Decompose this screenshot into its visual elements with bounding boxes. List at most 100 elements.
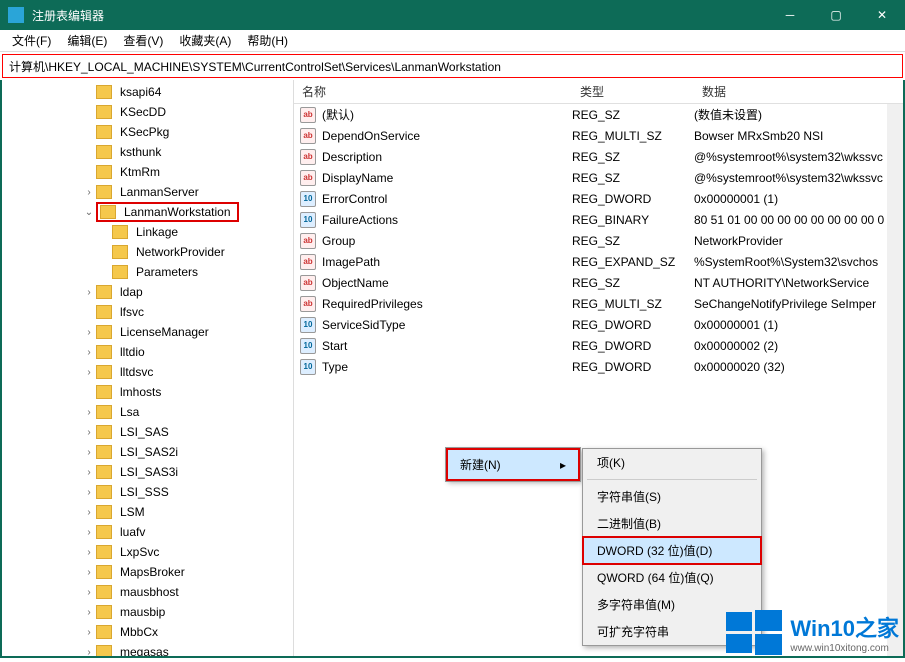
tree-node[interactable]: ksapi64 [2,82,293,102]
tree-node[interactable]: mausbip [2,602,293,622]
tree-caret-icon[interactable] [82,347,96,358]
tree-caret-icon[interactable] [82,327,96,338]
tree-caret-icon[interactable] [82,487,96,498]
tree-node[interactable]: KSecDD [2,102,293,122]
value-type: REG_SZ [572,171,694,185]
menu-item-multi[interactable]: 多字符串值(M) [583,591,761,618]
list-scrollbar[interactable] [887,104,903,656]
registry-value-row[interactable]: 10StartREG_DWORD0x00000002 (2) [294,335,903,356]
registry-value-row[interactable]: 10FailureActionsREG_BINARY80 51 01 00 00… [294,209,903,230]
tree-caret-icon[interactable] [82,287,96,298]
menu-favorites[interactable]: 收藏夹(A) [171,30,239,51]
menu-view[interactable]: 查看(V) [115,30,171,51]
tree-node[interactable]: mausbhost [2,582,293,602]
tree-node[interactable]: lfsvc [2,302,293,322]
menu-item-dword[interactable]: DWORD (32 位)值(D) [583,537,761,564]
tree-label: lltdio [116,344,149,360]
tree-node[interactable]: ldap [2,282,293,302]
registry-value-row[interactable]: abImagePathREG_EXPAND_SZ%SystemRoot%\Sys… [294,251,903,272]
column-type[interactable]: 类型 [572,80,694,104]
tree-node[interactable]: KtmRm [2,162,293,182]
menu-file[interactable]: 文件(F) [4,30,59,51]
menu-item-new[interactable]: 新建(N) ▸ [448,450,578,479]
app-icon [8,7,24,23]
menu-help[interactable]: 帮助(H) [239,30,296,51]
registry-value-row[interactable]: ab(默认)REG_SZ(数值未设置) [294,104,903,125]
registry-value-row[interactable]: abRequiredPrivilegesREG_MULTI_SZSeChange… [294,293,903,314]
tree-node[interactable]: Lsa [2,402,293,422]
tree-node[interactable]: LSI_SAS3i [2,462,293,482]
tree-caret-icon[interactable] [82,587,96,598]
registry-value-row[interactable]: 10ServiceSidTypeREG_DWORD0x00000001 (1) [294,314,903,335]
tree-caret-icon[interactable] [82,607,96,618]
tree-node[interactable]: LSI_SAS2i [2,442,293,462]
column-data[interactable]: 数据 [694,80,903,104]
menu-item-binary[interactable]: 二进制值(B) [583,510,761,537]
tree-node[interactable]: KSecPkg [2,122,293,142]
tree-node[interactable]: lltdio [2,342,293,362]
registry-value-row[interactable]: abGroupREG_SZNetworkProvider [294,230,903,251]
binary-value-icon: 10 [300,317,316,333]
tree-caret-icon[interactable] [82,427,96,438]
tree-node[interactable]: MbbCx [2,622,293,642]
tree-node[interactable]: Linkage [2,222,293,242]
tree-node[interactable]: lltdsvc [2,362,293,382]
tree-node[interactable]: Parameters [2,262,293,282]
value-data: NT AUTHORITY\NetworkService [694,276,903,290]
menu-edit[interactable]: 编辑(E) [59,30,115,51]
tree-caret-icon[interactable] [82,367,96,378]
menu-item-qword[interactable]: QWORD (64 位)值(Q) [583,564,761,591]
column-name[interactable]: 名称 [294,80,572,104]
tree-caret-icon[interactable] [82,407,96,418]
string-value-icon: ab [300,107,316,123]
tree-caret-icon[interactable] [82,207,96,218]
value-name: Description [322,150,572,164]
menu-bar: 文件(F) 编辑(E) 查看(V) 收藏夹(A) 帮助(H) [0,30,905,52]
submenu-arrow-icon: ▸ [560,458,566,472]
tree-caret-icon[interactable] [82,447,96,458]
address-bar[interactable]: 计算机\HKEY_LOCAL_MACHINE\SYSTEM\CurrentCon… [2,54,903,78]
tree-node[interactable]: MapsBroker [2,562,293,582]
tree-node[interactable]: LSI_SSS [2,482,293,502]
folder-icon [112,265,128,279]
registry-value-row[interactable]: abDependOnServiceREG_MULTI_SZBowser MRxS… [294,125,903,146]
tree-caret-icon[interactable] [82,647,96,657]
string-value-icon: ab [300,170,316,186]
minimize-button[interactable]: ─ [767,0,813,30]
tree-node[interactable]: ksthunk [2,142,293,162]
tree-caret-icon[interactable] [82,507,96,518]
registry-value-row[interactable]: abDescriptionREG_SZ@%systemroot%\system3… [294,146,903,167]
tree-caret-icon[interactable] [82,627,96,638]
tree-node[interactable]: LanmanServer [2,182,293,202]
tree-node[interactable]: lmhosts [2,382,293,402]
folder-icon [96,565,112,579]
tree-node[interactable]: luafv [2,522,293,542]
tree-node[interactable]: NetworkProvider [2,242,293,262]
tree-label: mausbhost [116,584,183,600]
menu-item-string[interactable]: 字符串值(S) [583,483,761,510]
registry-value-row[interactable]: abDisplayNameREG_SZ@%systemroot%\system3… [294,167,903,188]
tree-node[interactable]: LxpSvc [2,542,293,562]
tree-label: LSI_SAS3i [116,464,182,480]
tree-node[interactable]: LSI_SAS [2,422,293,442]
tree-caret-icon[interactable] [82,187,96,198]
registry-value-row[interactable]: 10ErrorControlREG_DWORD0x00000001 (1) [294,188,903,209]
tree-caret-icon[interactable] [82,527,96,538]
registry-value-row[interactable]: 10TypeREG_DWORD0x00000020 (32) [294,356,903,377]
tree-caret-icon[interactable] [82,467,96,478]
tree-label: KSecDD [116,104,170,120]
close-button[interactable]: ✕ [859,0,905,30]
folder-icon [96,625,112,639]
tree-caret-icon[interactable] [82,547,96,558]
tree-node[interactable]: LSM [2,502,293,522]
tree-caret-icon[interactable] [82,567,96,578]
folder-icon [96,145,112,159]
tree-node[interactable]: megasas [2,642,293,656]
menu-item-key[interactable]: 项(K) [583,449,761,476]
tree-node[interactable]: LanmanWorkstation [2,202,293,222]
maximize-button[interactable]: ▢ [813,0,859,30]
registry-value-row[interactable]: abObjectNameREG_SZNT AUTHORITY\NetworkSe… [294,272,903,293]
value-data: NetworkProvider [694,234,903,248]
menu-item-expand[interactable]: 可扩充字符串 [583,618,761,645]
tree-node[interactable]: LicenseManager [2,322,293,342]
